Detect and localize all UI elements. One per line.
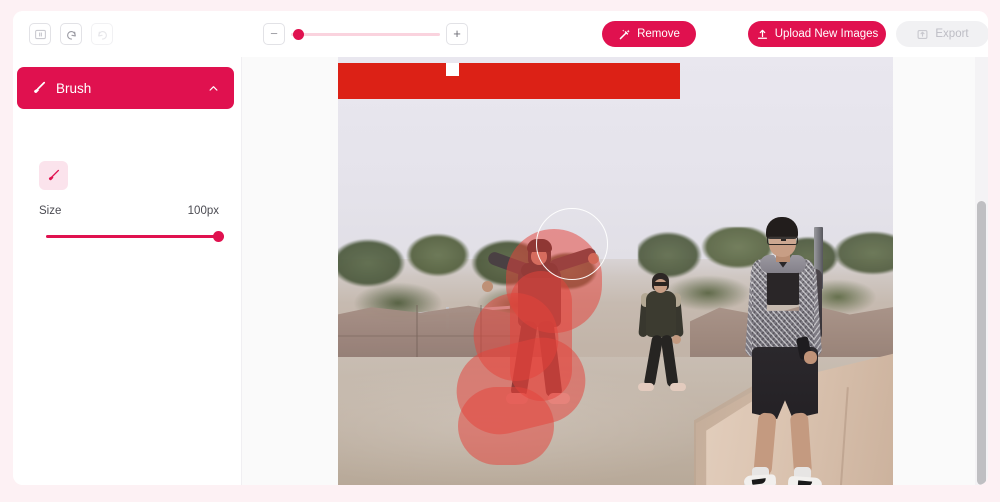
compare-view-button[interactable]: [29, 23, 51, 45]
photo-background: [338, 57, 893, 485]
banner-notch: [446, 63, 459, 76]
magic-wand-icon: [619, 29, 630, 39]
edited-image[interactable]: [338, 57, 893, 485]
person-shoe-left: [506, 393, 528, 404]
brush-panel-header[interactable]: Brush: [17, 67, 234, 109]
zoom-out-button[interactable]: −: [263, 23, 285, 45]
export-button[interactable]: Export: [896, 21, 988, 47]
person-leg-right: [537, 320, 563, 398]
remove-button-label: Remove: [637, 28, 680, 40]
export-button-label: Export: [935, 28, 969, 40]
person-leg-left: [510, 320, 538, 398]
image-top-banner: [338, 63, 680, 99]
brush-tool-button[interactable]: [39, 161, 68, 190]
person-hand: [804, 351, 817, 364]
compare-split-icon: [34, 29, 46, 39]
person-hand-right: [588, 253, 599, 264]
brush-size-slider[interactable]: [46, 231, 224, 242]
photo-person-right-man: [726, 217, 856, 485]
person-hand-left: [482, 281, 493, 292]
scrollbar-thumb[interactable]: [977, 201, 986, 485]
person-shoe-right: [670, 383, 686, 391]
undo-arrow-icon: [66, 30, 76, 40]
brush-size-value: 100px: [187, 205, 219, 217]
redo-arrow-icon: [97, 30, 107, 40]
person-hair: [527, 239, 552, 252]
brush-tool-list: [39, 161, 68, 190]
top-toolbar: − + Remove Upload New Images Export: [13, 11, 988, 57]
person-hand: [672, 335, 681, 344]
brush-size-row: Size 100px: [39, 205, 219, 217]
brush-size-thumb[interactable]: [213, 231, 224, 242]
brush-icon: [48, 169, 60, 181]
upload-button-label: Upload New Images: [774, 28, 879, 40]
export-icon: [917, 29, 928, 39]
canvas-area[interactable]: [242, 57, 988, 485]
remove-button[interactable]: Remove: [602, 21, 696, 47]
zoom-slider-thumb[interactable]: [293, 29, 304, 40]
shoe-logo-icon: [797, 480, 813, 485]
brush-size-track[interactable]: [46, 235, 224, 238]
person-torso: [646, 291, 676, 337]
upload-icon: [757, 29, 767, 39]
photo-person-left-woman: [480, 235, 600, 449]
left-sidebar: Brush Size 100px: [13, 57, 242, 485]
zoom-in-button[interactable]: +: [446, 23, 468, 45]
brush-size-label: Size: [39, 205, 62, 217]
brush-icon: [34, 81, 46, 93]
person-shoe-right: [548, 393, 570, 404]
upload-new-images-button[interactable]: Upload New Images: [748, 21, 886, 47]
canvas-vertical-scrollbar[interactable]: [975, 57, 988, 485]
person-sunglasses: [653, 282, 668, 286]
zoom-slider-track[interactable]: [291, 33, 440, 36]
person-eyeglasses: [767, 236, 798, 245]
person-shoe-left: [638, 383, 654, 391]
undo-button[interactable]: [60, 23, 82, 45]
redo-button[interactable]: [91, 23, 113, 45]
photo-person-center-woman: [628, 273, 694, 403]
chevron-up-icon[interactable]: [207, 82, 220, 95]
brush-panel-title: Brush: [56, 80, 92, 96]
zoom-slider-group: − +: [263, 23, 468, 45]
image-editor-app: − + Remove Upload New Images Export Brus…: [0, 0, 1000, 502]
editor-card: − + Remove Upload New Images Export Brus…: [13, 11, 988, 485]
